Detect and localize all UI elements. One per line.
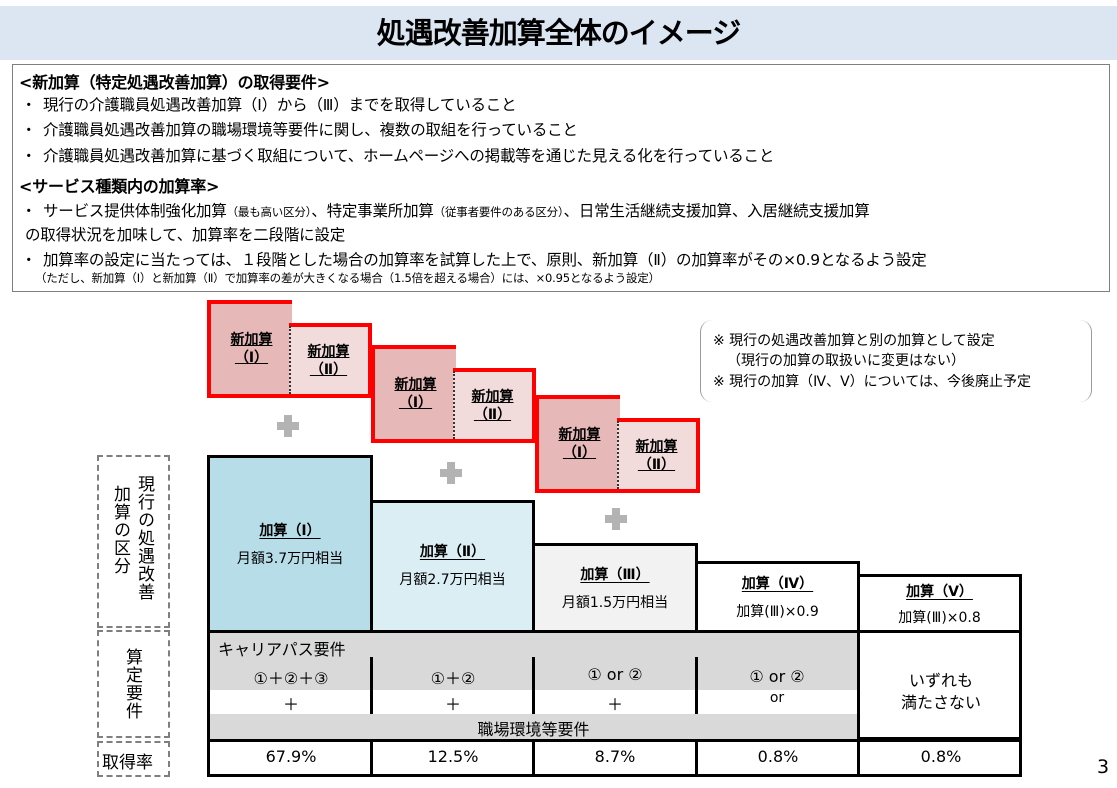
current-addition-V: 加算（Ⅴ） 加算(Ⅲ)×0.8 bbox=[857, 574, 1022, 633]
addition-title: 加算（Ⅳ） bbox=[741, 576, 814, 592]
new-addition-II: 新加算 （Ⅱ） bbox=[453, 368, 536, 443]
career-requirement: ①＋② bbox=[430, 669, 476, 688]
new-addition-I: 新加算 （Ⅰ） bbox=[535, 395, 620, 493]
requirements-table: キャリアパス要件 ①＋②＋③ ①＋② ① or ② ① or ② ＋ ＋ ＋ o… bbox=[207, 630, 1022, 740]
addition-amount: 加算(Ⅲ)×0.8 bbox=[898, 610, 981, 626]
new-addition-I: 新加算 （Ⅰ） bbox=[371, 345, 456, 443]
rate-cell: 0.8% bbox=[920, 747, 962, 766]
acquisition-rate-row: 67.9% 12.5% 8.7% 0.8% 0.8% bbox=[207, 740, 1022, 777]
side-label-text: 加算の区分 bbox=[110, 485, 130, 575]
rate-item-continued: の取得状況を加味して、加算率を二段階に設定 bbox=[25, 226, 346, 244]
new-addition-I: 新加算 （Ⅰ） bbox=[207, 300, 292, 398]
dotted-divider bbox=[289, 326, 291, 394]
connector: ＋ bbox=[606, 695, 623, 714]
rate-cell: 12.5% bbox=[427, 747, 479, 766]
column-divider bbox=[370, 657, 373, 714]
career-requirement: ① or ② bbox=[749, 667, 805, 686]
connector: ＋ bbox=[282, 695, 299, 714]
career-path-label: キャリアパス要件 bbox=[218, 640, 346, 659]
column-divider bbox=[695, 657, 698, 714]
no-requirement-text: 満たさない bbox=[900, 693, 981, 712]
new-addition-II: 新加算 （Ⅱ） bbox=[289, 323, 372, 398]
dotted-divider bbox=[453, 371, 455, 439]
requirement-item: ・現行の介護職員処遇改善加算（Ⅰ）から（Ⅲ）までを取得していること bbox=[21, 96, 517, 114]
career-requirement: ①＋②＋③ bbox=[253, 669, 329, 688]
rate-cell: 8.7% bbox=[594, 747, 636, 766]
current-addition-I: 加算（Ⅰ） 月額3.7万円相当 bbox=[207, 455, 373, 633]
connector: ＋ bbox=[444, 695, 461, 714]
requirement-item: ・介護職員処遇改善加算に基づく取組について、ホームページへの掲載等を通じた見える… bbox=[21, 147, 775, 165]
rate-cell: 67.9% bbox=[265, 747, 317, 766]
addition-amount: 月額3.7万円相当 bbox=[236, 551, 344, 567]
addition-amount: 月額2.7万円相当 bbox=[399, 572, 506, 588]
side-label-calc-requirements: 算定要件 bbox=[97, 630, 170, 738]
current-addition-III: 加算（Ⅲ） 月額1.5万円相当 bbox=[532, 543, 698, 633]
connector: or bbox=[769, 690, 785, 706]
rate-item: ・サービス提供体制強化加算（最も高い区分）、特定事業所加算（従事者要件のある区分… bbox=[21, 202, 870, 220]
workplace-label: 職場環境等要件 bbox=[477, 720, 590, 739]
addition-amount: 月額1.5万円相当 bbox=[561, 595, 669, 611]
addition-title: 加算（Ⅲ） bbox=[580, 567, 650, 583]
addition-title: 加算（Ⅱ） bbox=[419, 544, 486, 560]
plus-icon bbox=[605, 508, 627, 530]
current-addition-IV: 加算（Ⅳ） 加算(Ⅲ)×0.9 bbox=[695, 561, 860, 633]
note-line: ※ 現行の処遇改善加算と別の加算として設定 bbox=[713, 333, 995, 349]
side-label-text: 現行の処遇改善 bbox=[134, 475, 154, 601]
dotted-divider bbox=[617, 421, 619, 489]
no-requirement-text: いずれも bbox=[908, 671, 973, 690]
career-requirement: ① or ② bbox=[587, 665, 643, 684]
addition-title: 加算（Ⅴ） bbox=[906, 584, 973, 600]
plus-icon bbox=[440, 462, 462, 484]
page-number: 3 bbox=[1097, 756, 1110, 778]
addition-amount: 加算(Ⅲ)×0.9 bbox=[736, 604, 819, 620]
section-heading-rate: <サービス種類内の加算率> bbox=[19, 177, 220, 196]
new-addition-II: 新加算 （Ⅱ） bbox=[617, 418, 700, 493]
page-title: 処遇改善加算全体のイメージ bbox=[376, 16, 741, 50]
side-label-acquisition-rate: 取得率 bbox=[97, 741, 170, 777]
section-heading-new-addition: <新加算（特定処遇改善加算）の取得要件> bbox=[19, 73, 330, 92]
note-line: ※ 現行の加算（Ⅳ、Ⅴ）については、今後廃止予定 bbox=[713, 374, 1031, 390]
addition-title: 加算（Ⅰ） bbox=[259, 523, 321, 539]
requirements-box: <新加算（特定処遇改善加算）の取得要件> ・現行の介護職員処遇改善加算（Ⅰ）から… bbox=[12, 64, 1110, 292]
rate-item: ・加算率の設定に当たっては、１段階とした場合の加算率を試算した上で、原則、新加算… bbox=[21, 251, 927, 269]
notes-box: ※ 現行の処遇改善加算と別の加算として設定 （現行の加算の取扱いに変更はない） … bbox=[700, 320, 1092, 402]
side-label-current-category: 現行の処遇改善 加算の区分 bbox=[97, 455, 170, 628]
requirement-item: ・介護職員処遇改善加算の職場環境等要件に関し、複数の取組を行っていること bbox=[21, 121, 578, 139]
note-line: （現行の加算の取扱いに変更はない） bbox=[727, 353, 965, 369]
current-addition-II: 加算（Ⅱ） 月額2.7万円相当 bbox=[370, 500, 535, 633]
rate-cell: 0.8% bbox=[757, 747, 799, 766]
row-divider bbox=[207, 739, 1022, 742]
column-divider bbox=[532, 657, 535, 714]
plus-icon bbox=[277, 415, 299, 437]
side-label-text: 取得率 bbox=[102, 753, 153, 773]
side-label-text: 算定要件 bbox=[122, 648, 142, 720]
rate-item-note: （ただし、新加算（Ⅰ）と新加算（Ⅱ）で加算率の差が大きくなる場合（1.5倍を超え… bbox=[35, 271, 660, 285]
